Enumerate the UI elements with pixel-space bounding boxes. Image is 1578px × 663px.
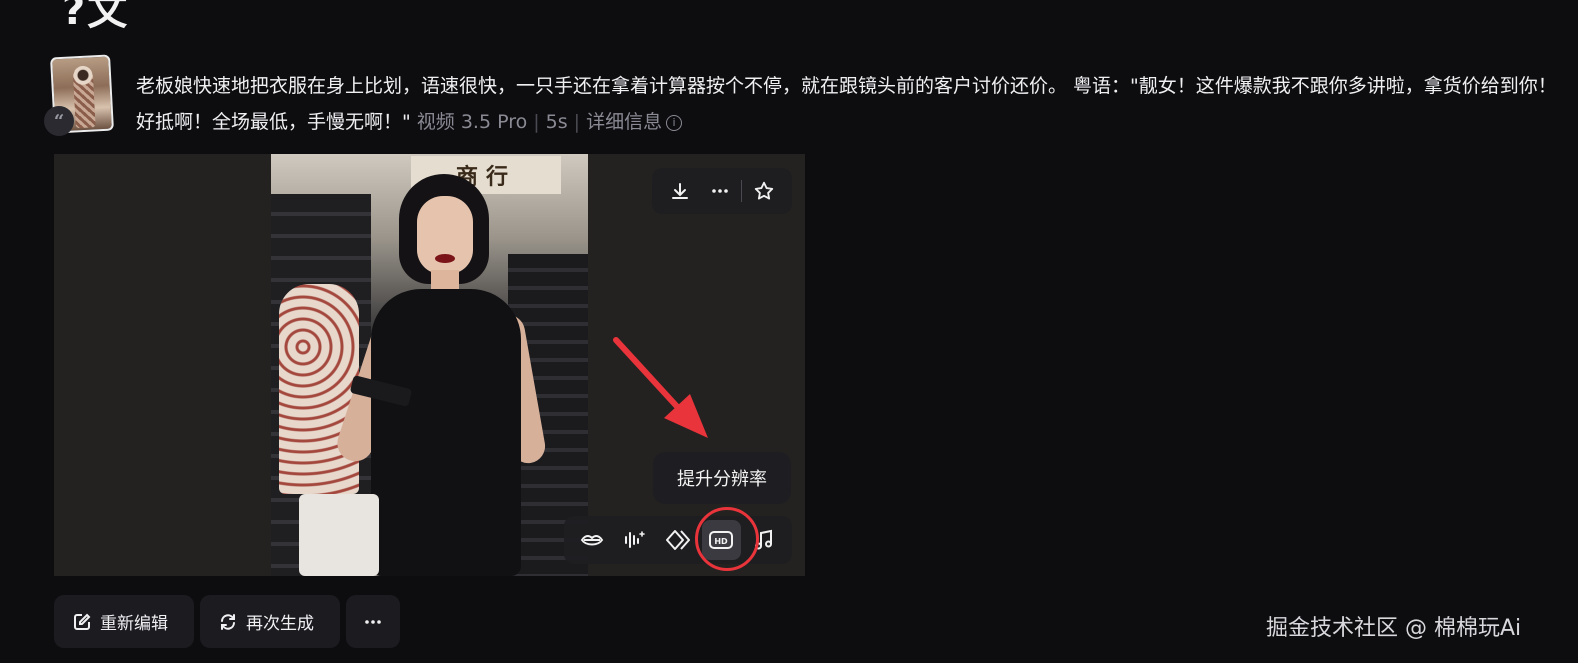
prompt-text: 老板娘快速地把衣服在身上比划，语速很快，一只手还在拿着计算器按个不停，就在跟镜头… [136, 68, 1566, 140]
lips [435, 254, 455, 263]
more-icon [365, 619, 381, 624]
thumbnail-figure [72, 65, 96, 129]
video-frame[interactable]: 商行 [271, 154, 588, 576]
lip-sync-icon[interactable] [572, 520, 611, 560]
star-icon[interactable] [744, 171, 784, 211]
regenerate-label: 再次生成 [246, 614, 314, 634]
watermark: 掘金技术社区 @ 棉棉玩Ai [1266, 616, 1522, 641]
audio-enhance-icon[interactable] [615, 520, 654, 560]
black-vest [371, 289, 521, 576]
hd-highlight-circle [695, 507, 759, 571]
info-icon[interactable]: i [666, 115, 683, 131]
frame-interpolate-icon[interactable] [658, 520, 697, 560]
woman-figure [332, 174, 548, 576]
refresh-icon [221, 613, 235, 630]
re-edit-label: 重新编辑 [100, 614, 168, 634]
details-link[interactable]: 详细信息 [586, 111, 662, 133]
regenerate-button[interactable]: 再次生成 [200, 595, 340, 648]
meta-separator: | [533, 111, 540, 133]
upscale-tooltip: 提升分辨率 [653, 452, 791, 504]
video-card[interactable]: 商行 提升分辨率 HD [54, 154, 805, 576]
re-edit-button[interactable]: 重新编辑 [54, 595, 194, 648]
floral-dress [279, 284, 359, 494]
quote-icon: “ [44, 106, 74, 136]
meta-separator: | [573, 111, 581, 133]
tote-bag [299, 494, 379, 576]
red-arrow-annotation [613, 337, 708, 438]
prompt-row: “ 老板娘快速地把衣服在身上比划，语速很快，一只手还在拿着计算器按个不停，就在跟… [44, 54, 1572, 140]
more-icon[interactable] [700, 171, 740, 211]
download-icon[interactable] [660, 171, 700, 211]
edit-icon [74, 613, 91, 630]
prompt-body: 老板娘快速地把衣服在身上比划，语速很快，一只手还在拿着计算器按个不停，就在跟镜头… [136, 75, 1557, 133]
model-name: 视频 3.5 Pro [416, 111, 528, 133]
more-actions-button[interactable] [346, 595, 400, 648]
duration: 5s [545, 111, 568, 133]
video-toolbar-top [652, 168, 792, 214]
page-title-fragment: ?文 [62, 0, 130, 34]
toolbar-divider [741, 180, 743, 202]
